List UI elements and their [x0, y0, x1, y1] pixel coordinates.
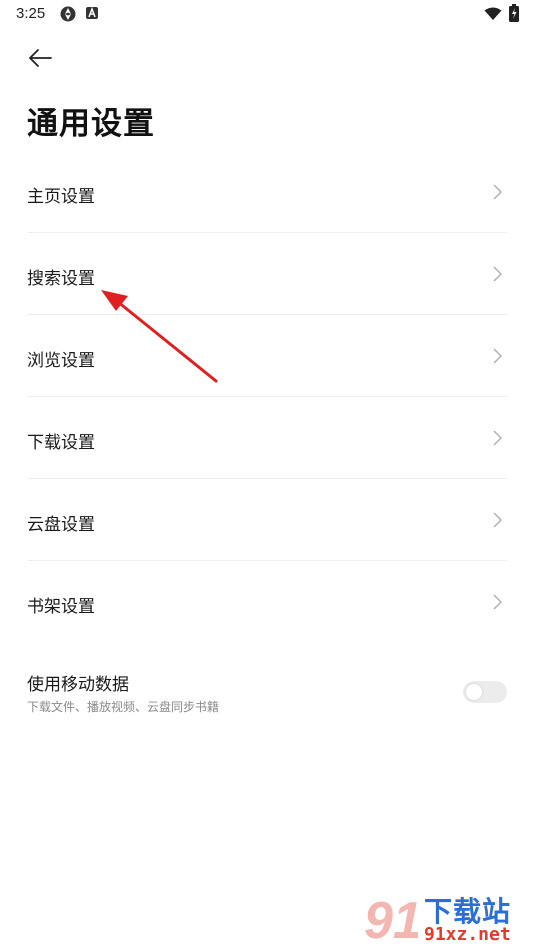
settings-list: 主页设置 搜索设置 浏览设置 下载设置 云盘设置 书架设置: [0, 151, 534, 642]
mobile-data-setting: 使用移动数据 下载文件、播放视频、云盘同步书籍: [27, 668, 507, 724]
watermark-url: 91xz.net: [424, 924, 511, 945]
mobile-data-toggle[interactable]: [463, 681, 507, 703]
watermark-logo-icon: 91: [364, 892, 418, 946]
mobile-data-title: 使用移动数据: [27, 675, 129, 695]
wifi-icon: [484, 6, 502, 25]
page-title: 通用设置: [27, 106, 155, 142]
back-button[interactable]: [22, 44, 58, 72]
chevron-right-icon: [493, 430, 503, 446]
setting-label: 浏览设置: [27, 351, 95, 371]
watermark: 91 下载站 91xz.net: [360, 888, 532, 950]
setting-label: 云盘设置: [27, 515, 95, 535]
status-bar: 3:25: [0, 0, 534, 28]
battery-charging-icon: [509, 4, 519, 26]
chevron-right-icon: [493, 594, 503, 610]
mobile-data-subtitle: 下载文件、播放视频、云盘同步书籍: [27, 700, 220, 714]
setting-item-home[interactable]: 主页设置: [27, 151, 507, 233]
setting-label: 搜索设置: [27, 269, 95, 289]
setting-item-search[interactable]: 搜索设置: [27, 233, 507, 315]
setting-item-bookshelf[interactable]: 书架设置: [27, 561, 507, 642]
sync-icon: [59, 5, 77, 27]
setting-label: 主页设置: [27, 187, 95, 207]
setting-item-cloud-drive[interactable]: 云盘设置: [27, 479, 507, 561]
a-badge-icon: [85, 5, 99, 24]
back-arrow-icon: [29, 49, 52, 67]
chevron-right-icon: [493, 266, 503, 282]
chevron-right-icon: [493, 512, 503, 528]
toggle-knob: [466, 684, 482, 700]
setting-item-download[interactable]: 下载设置: [27, 397, 507, 479]
setting-item-browse[interactable]: 浏览设置: [27, 315, 507, 397]
setting-label: 下载设置: [27, 433, 95, 453]
status-time: 3:25: [16, 5, 46, 22]
chevron-right-icon: [493, 348, 503, 364]
svg-text:91: 91: [364, 892, 418, 946]
chevron-right-icon: [493, 184, 503, 200]
setting-label: 书架设置: [27, 597, 95, 617]
